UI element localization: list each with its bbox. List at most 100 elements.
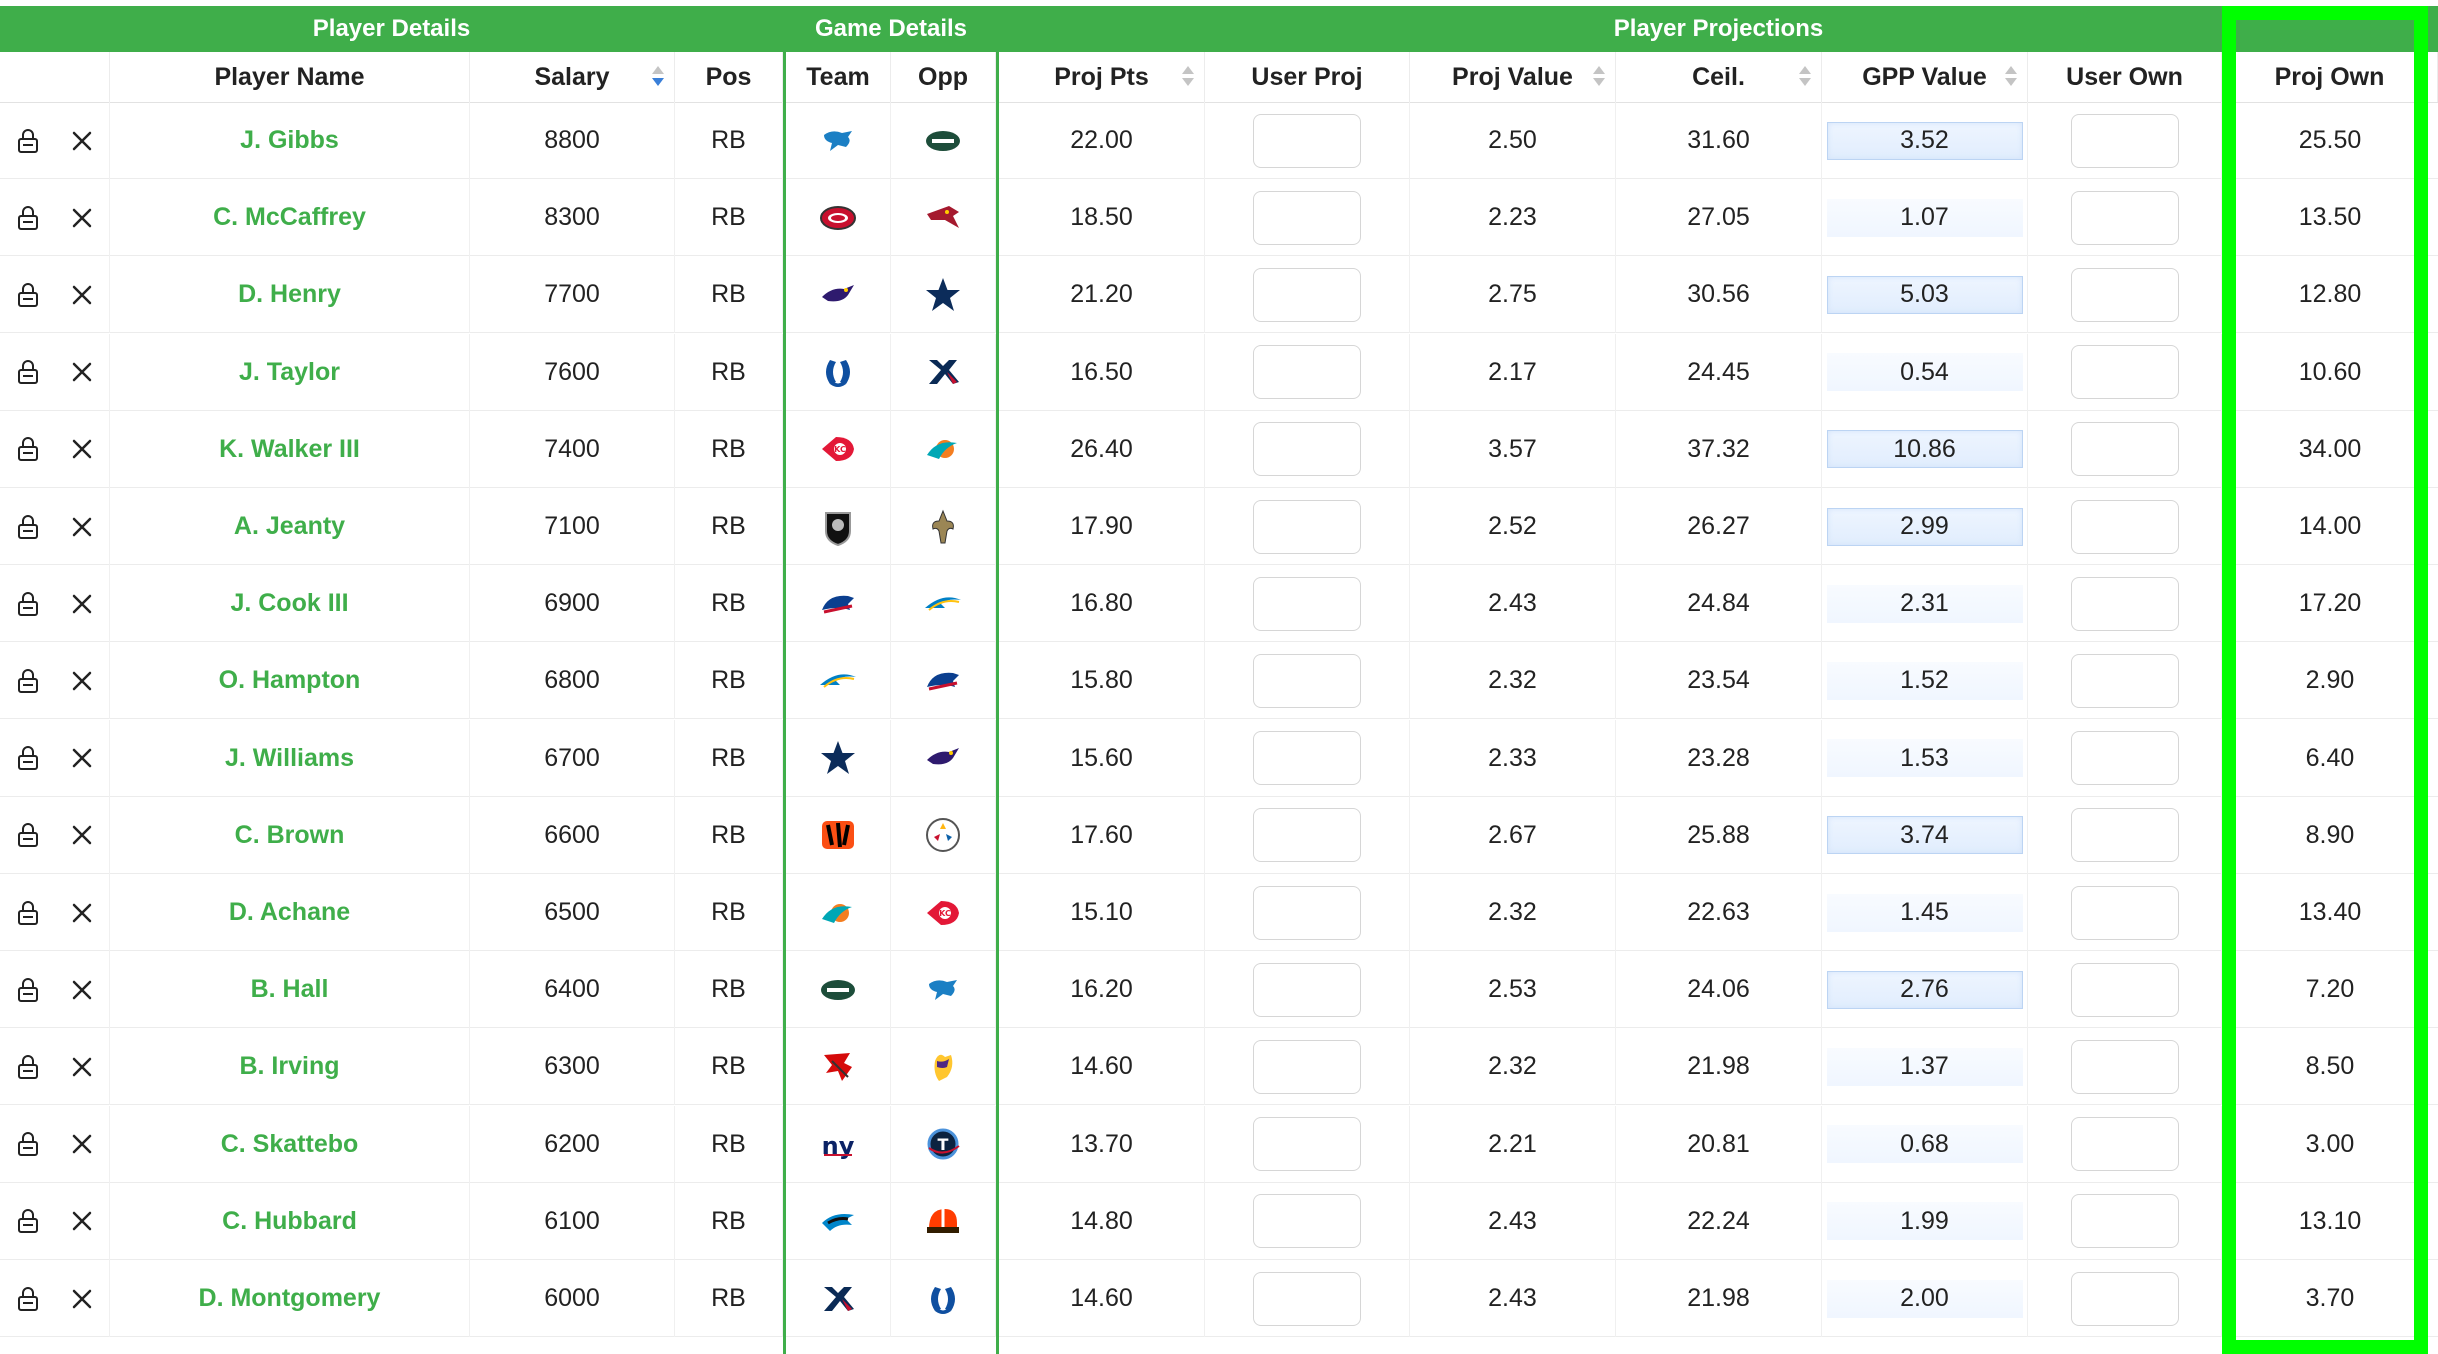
lock-icon[interactable] [13, 975, 43, 1005]
lock-icon[interactable] [13, 1052, 43, 1082]
user-proj-input[interactable] [1253, 576, 1361, 631]
sort-icon[interactable] [1799, 66, 1811, 88]
user-proj-input[interactable] [1253, 808, 1361, 863]
user-own-input[interactable] [2070, 113, 2179, 168]
user-proj-input[interactable] [1253, 731, 1361, 786]
user-own-input[interactable] [2070, 1271, 2179, 1326]
lock-icon[interactable] [13, 203, 43, 233]
lock-icon[interactable] [13, 280, 43, 310]
user-own-input[interactable] [2070, 190, 2179, 245]
player-name-link[interactable]: K. Walker III [110, 410, 470, 488]
close-icon[interactable] [67, 434, 97, 464]
lock-icon[interactable] [13, 820, 43, 850]
sort-icon[interactable] [1182, 66, 1194, 88]
close-icon[interactable] [67, 666, 97, 696]
user-proj-input[interactable] [1253, 267, 1361, 322]
header-player-name[interactable]: Player Name [110, 52, 470, 102]
header-team[interactable]: Team [786, 52, 891, 102]
user-proj-input[interactable] [1253, 422, 1361, 477]
lock-icon[interactable] [13, 1206, 43, 1236]
close-icon[interactable] [67, 743, 97, 773]
user-proj-input[interactable] [1253, 962, 1361, 1017]
lock-icon[interactable] [13, 434, 43, 464]
user-proj-input[interactable] [1253, 345, 1361, 400]
user-proj-input[interactable] [1253, 113, 1361, 168]
close-icon[interactable] [67, 589, 97, 619]
lock-icon[interactable] [13, 666, 43, 696]
user-own-input[interactable] [2070, 962, 2179, 1017]
gpp-value-cell: 2.76 [1822, 951, 2028, 1029]
close-icon[interactable] [67, 1052, 97, 1082]
user-proj-input[interactable] [1253, 190, 1361, 245]
player-name-link[interactable]: D. Achane [110, 874, 470, 951]
close-icon[interactable] [67, 126, 97, 156]
header-proj-pts[interactable]: Proj Pts [999, 52, 1205, 102]
player-name-link[interactable]: J. Williams [110, 719, 470, 797]
header-proj-value[interactable]: Proj Value [1410, 52, 1616, 102]
close-icon[interactable] [67, 1284, 97, 1314]
header-pos[interactable]: Pos [675, 52, 783, 102]
player-name-link[interactable]: B. Hall [110, 951, 470, 1029]
user-own-input[interactable] [2070, 422, 2179, 477]
close-icon[interactable] [67, 203, 97, 233]
lock-icon[interactable] [13, 512, 43, 542]
header-proj-own[interactable]: Proj Own [2222, 52, 2438, 102]
close-icon[interactable] [67, 975, 97, 1005]
user-own-input[interactable] [2070, 267, 2179, 322]
lock-icon[interactable] [13, 357, 43, 387]
lock-icon[interactable] [13, 126, 43, 156]
user-own-input[interactable] [2070, 1117, 2179, 1172]
player-name-link[interactable]: D. Montgomery [110, 1260, 470, 1337]
sort-icon[interactable] [2005, 66, 2017, 88]
lock-icon[interactable] [13, 1284, 43, 1314]
player-name-link[interactable]: C. Skattebo [110, 1105, 470, 1183]
close-icon[interactable] [67, 357, 97, 387]
user-own-input[interactable] [2070, 345, 2179, 400]
opp-logo-icon [923, 1279, 963, 1319]
player-name-link[interactable]: B. Irving [110, 1028, 470, 1106]
sort-icon[interactable] [652, 66, 664, 88]
header-user-proj[interactable]: User Proj [1205, 52, 1410, 102]
user-proj-input[interactable] [1253, 1117, 1361, 1172]
player-name-link[interactable]: C. Hubbard [110, 1182, 470, 1260]
lock-icon[interactable] [13, 1129, 43, 1159]
user-own-input[interactable] [2070, 808, 2179, 863]
player-name-link[interactable]: O. Hampton [110, 642, 470, 720]
user-proj-input[interactable] [1253, 499, 1361, 554]
user-own-input[interactable] [2070, 499, 2179, 554]
user-proj-input[interactable] [1253, 1194, 1361, 1249]
user-own-input[interactable] [2070, 885, 2179, 940]
user-own-input[interactable] [2070, 653, 2179, 708]
header-opp[interactable]: Opp [891, 52, 996, 102]
header-gpp-value[interactable]: GPP Value [1822, 52, 2028, 102]
player-name-link[interactable]: J. Taylor [110, 333, 470, 411]
user-own-input[interactable] [2070, 1039, 2179, 1094]
user-own-input[interactable] [2070, 576, 2179, 631]
player-name-link[interactable]: C. Brown [110, 796, 470, 874]
header-user-own[interactable]: User Own [2028, 52, 2222, 102]
player-name-link[interactable]: D. Henry [110, 256, 470, 334]
lock-icon[interactable] [13, 589, 43, 619]
player-name-link[interactable]: A. Jeanty [110, 488, 470, 565]
player-name-link[interactable]: J. Gibbs [110, 102, 470, 179]
sort-icon[interactable] [1593, 66, 1605, 88]
header-ceil[interactable]: Ceil. [1616, 52, 1822, 102]
lock-icon[interactable] [13, 898, 43, 928]
user-own-input[interactable] [2070, 731, 2179, 786]
user-proj-input[interactable] [1253, 1271, 1361, 1326]
user-proj-input[interactable] [1253, 885, 1361, 940]
player-name-link[interactable]: C. McCaffrey [110, 179, 470, 257]
user-proj-input[interactable] [1253, 653, 1361, 708]
close-icon[interactable] [67, 280, 97, 310]
user-own-input[interactable] [2070, 1194, 2179, 1249]
close-icon[interactable] [67, 1129, 97, 1159]
close-icon[interactable] [67, 512, 97, 542]
user-proj-input[interactable] [1253, 1039, 1361, 1094]
close-icon[interactable] [67, 1206, 97, 1236]
lock-icon[interactable] [13, 743, 43, 773]
close-icon[interactable] [67, 898, 97, 928]
header-user-proj-label: User Proj [1251, 62, 1363, 91]
player-name-link[interactable]: J. Cook III [110, 565, 470, 643]
close-icon[interactable] [67, 820, 97, 850]
header-salary[interactable]: Salary [470, 52, 675, 102]
